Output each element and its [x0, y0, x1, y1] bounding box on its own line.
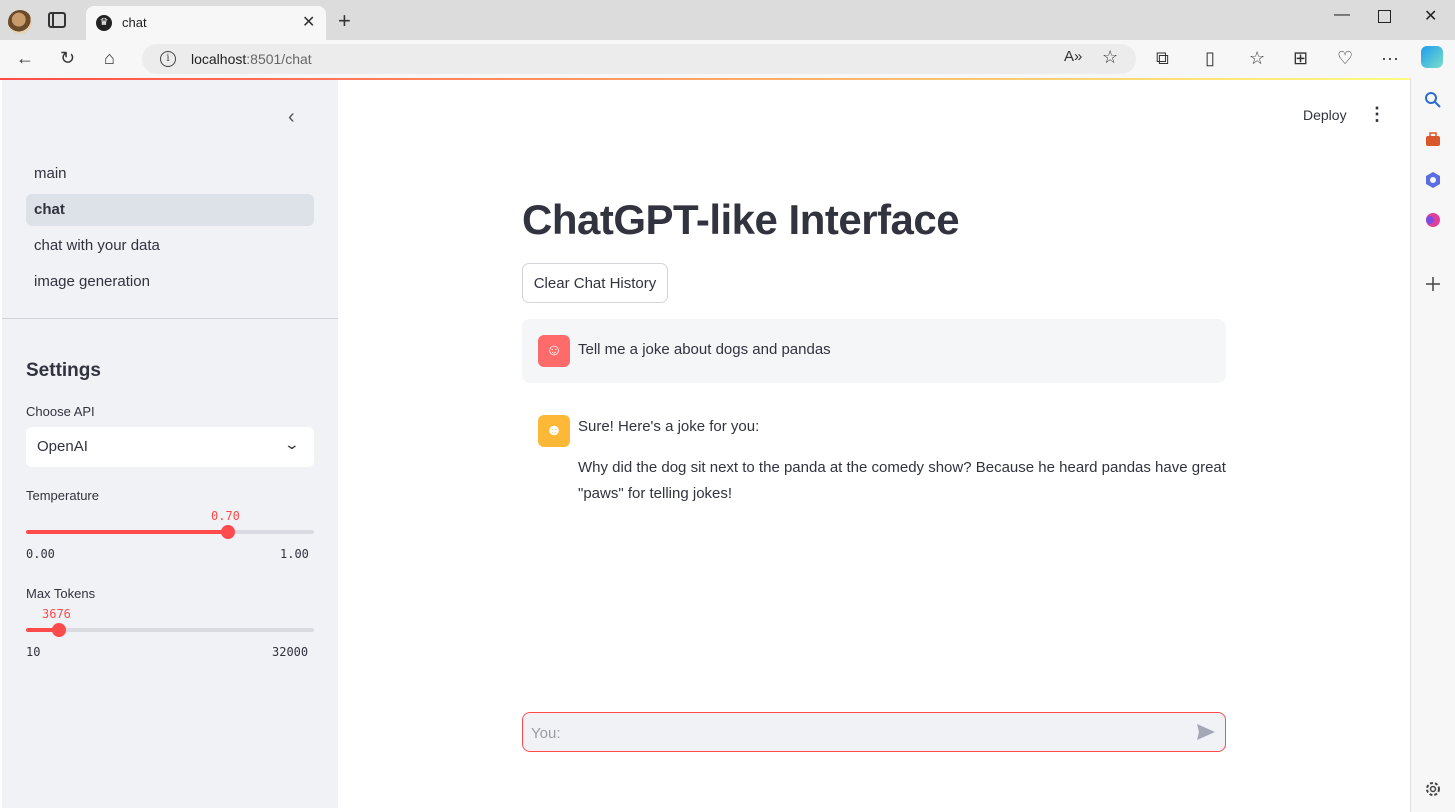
- edge-sidebar: [1410, 78, 1455, 812]
- sidebar-item-main[interactable]: main: [26, 158, 314, 190]
- choose-api-value: OpenAI: [37, 438, 88, 455]
- tab-close-icon[interactable]: ✕: [302, 12, 315, 32]
- streamlit-favicon-icon: ♛: [96, 15, 112, 31]
- new-tab-icon[interactable]: +: [338, 8, 351, 34]
- maximize-icon[interactable]: [1378, 10, 1391, 23]
- search-icon[interactable]: [1424, 91, 1442, 109]
- office-icon[interactable]: [1424, 171, 1442, 189]
- browser-tab[interactable]: ♛ chat ✕: [86, 6, 326, 40]
- window-close-icon[interactable]: ✕: [1424, 6, 1437, 26]
- max-tokens-min: 10: [26, 645, 41, 659]
- refresh-icon[interactable]: ↻: [60, 48, 75, 69]
- minimize-icon[interactable]: —: [1334, 6, 1350, 24]
- choose-api-label: Choose API: [26, 404, 95, 419]
- temperature-min: 0.00: [26, 547, 55, 561]
- extensions-icon[interactable]: ⧉: [1156, 48, 1169, 69]
- send-icon[interactable]: [1195, 721, 1217, 743]
- copilot-icon[interactable]: [1421, 46, 1443, 68]
- settings-gear-icon[interactable]: [1424, 780, 1442, 798]
- max-tokens-label: Max Tokens: [26, 586, 96, 601]
- temperature-slider-fill: [26, 530, 228, 534]
- add-panel-icon[interactable]: [1424, 275, 1442, 293]
- assistant-message-line: Why did the dog sit next to the panda at…: [578, 459, 1226, 476]
- browser-tab-bar: ♛ chat ✕ + — ✕: [0, 0, 1455, 40]
- max-tokens-value: 3676: [42, 607, 71, 621]
- chat-input[interactable]: [531, 721, 1181, 745]
- address-bar[interactable]: i localhost:8501/chat A» ☆: [142, 44, 1136, 74]
- collections-icon[interactable]: ⊞: [1293, 48, 1308, 69]
- sidebar: ‹ main chat chat with your data image ge…: [2, 80, 338, 808]
- temperature-slider-thumb[interactable]: [220, 525, 235, 539]
- more-options-icon[interactable]: ···: [1381, 48, 1399, 69]
- choose-api-select[interactable]: OpenAI ⌄: [26, 427, 314, 467]
- site-info-icon[interactable]: i: [160, 51, 176, 67]
- read-aloud-icon[interactable]: A»: [1064, 48, 1082, 65]
- user-message-text: Tell me a joke about dogs and pandas: [578, 341, 831, 358]
- sidebar-item-chat-with-your-data[interactable]: chat with your data: [26, 230, 314, 262]
- tools-icon[interactable]: [1424, 131, 1442, 149]
- favorites-icon[interactable]: ☆: [1249, 48, 1265, 69]
- split-screen-icon[interactable]: ▯: [1205, 48, 1215, 69]
- back-icon[interactable]: ←: [16, 48, 34, 69]
- favorite-star-icon[interactable]: ☆: [1102, 47, 1118, 68]
- tab-actions-icon[interactable]: [48, 12, 66, 28]
- designer-icon[interactable]: [1424, 211, 1442, 229]
- collapse-sidebar-icon[interactable]: ‹: [288, 106, 295, 129]
- assistant-avatar-icon: ☻: [538, 415, 570, 447]
- temperature-label: Temperature: [26, 488, 99, 503]
- temperature-max: 1.00: [280, 547, 309, 561]
- chevron-down-icon: ⌄: [283, 436, 301, 452]
- chat-message-assistant: ☻ Sure! Here's a joke for you: Why did t…: [522, 399, 1226, 519]
- chat-message-user: ☺ Tell me a joke about dogs and pandas: [522, 319, 1226, 383]
- home-icon[interactable]: ⌂: [104, 48, 115, 69]
- sidebar-item-chat[interactable]: chat: [26, 194, 314, 226]
- user-avatar-icon: ☺: [538, 335, 570, 367]
- page-title: ChatGPT-like Interface: [522, 196, 960, 243]
- temperature-value: 0.70: [211, 509, 240, 523]
- sidebar-divider: [2, 318, 338, 319]
- deploy-button[interactable]: Deploy: [1303, 107, 1347, 123]
- profile-avatar[interactable]: [8, 10, 32, 34]
- browser-toolbar: ← ↻ ⌂ i localhost:8501/chat A» ☆ ⧉ ▯ ☆ ⊞…: [0, 40, 1455, 78]
- settings-heading: Settings: [26, 360, 101, 381]
- max-tokens-max: 32000: [272, 645, 309, 659]
- temperature-slider[interactable]: [26, 525, 314, 539]
- browser-essentials-icon[interactable]: ♡: [1337, 48, 1353, 69]
- assistant-message-line: "paws" for telling jokes!: [578, 485, 733, 502]
- tab-title: chat: [122, 15, 147, 30]
- max-tokens-slider[interactable]: [26, 623, 314, 637]
- assistant-message-line: Sure! Here's a joke for you:: [578, 418, 760, 435]
- max-tokens-slider-thumb[interactable]: [52, 623, 67, 637]
- main-menu-icon[interactable]: ⋮: [1368, 104, 1386, 125]
- chat-input-container: [522, 712, 1226, 752]
- url-text: localhost:8501/chat: [191, 51, 312, 67]
- clear-chat-history-button[interactable]: Clear Chat History: [522, 263, 668, 303]
- sidebar-item-image-generation[interactable]: image generation: [26, 266, 314, 298]
